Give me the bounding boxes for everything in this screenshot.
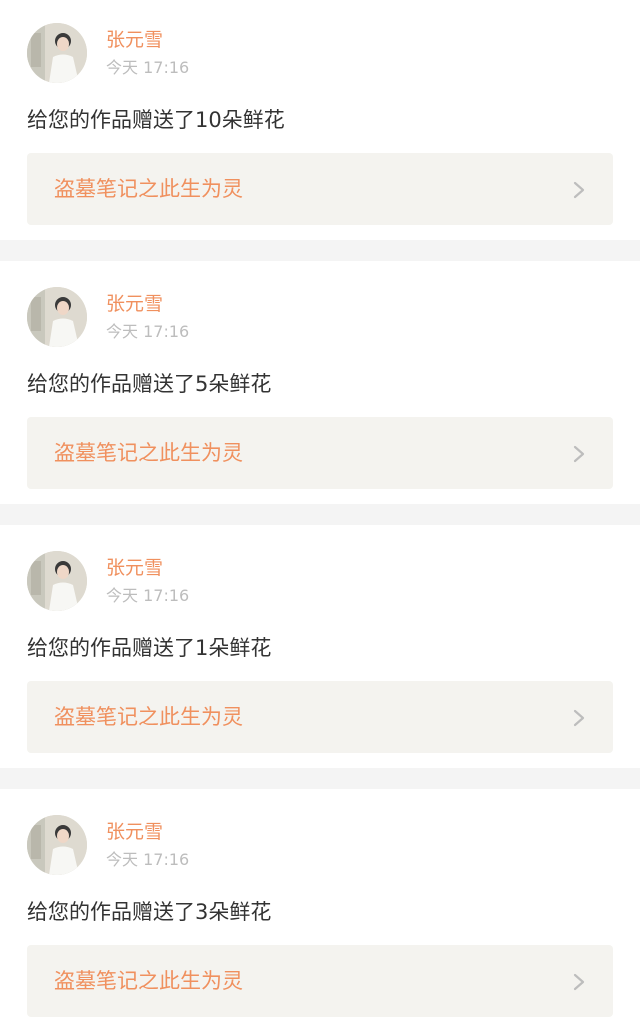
notification-card: 张元雪 今天 17:16 给您的作品赠送了10朵鲜花 盗墓笔记之此生为灵 — [0, 0, 640, 240]
user-name[interactable]: 张元雪 — [106, 820, 163, 844]
notification-message: 给您的作品赠送了5朵鲜花 — [27, 372, 272, 396]
user-name[interactable]: 张元雪 — [106, 28, 163, 52]
notification-card: 张元雪 今天 17:16 给您的作品赠送了5朵鲜花 盗墓笔记之此生为灵 — [0, 261, 640, 504]
notification-card: 张元雪 今天 17:16 给您的作品赠送了1朵鲜花 盗墓笔记之此生为灵 — [0, 525, 640, 768]
notification-message: 给您的作品赠送了10朵鲜花 — [27, 108, 285, 132]
user-name[interactable]: 张元雪 — [106, 556, 163, 580]
notification-message: 给您的作品赠送了3朵鲜花 — [27, 900, 272, 924]
chevron-right-icon — [572, 181, 586, 199]
timestamp: 今天 17:16 — [106, 322, 190, 341]
work-link[interactable]: 盗墓笔记之此生为灵 — [27, 153, 613, 225]
user-avatar-icon[interactable] — [27, 815, 87, 875]
work-title: 盗墓笔记之此生为灵 — [54, 705, 243, 729]
work-link[interactable]: 盗墓笔记之此生为灵 — [27, 417, 613, 489]
notification-feed: 张元雪 今天 17:16 给您的作品赠送了10朵鲜花 盗墓笔记之此生为灵 张元雪 — [0, 0, 640, 1027]
user-name[interactable]: 张元雪 — [106, 292, 163, 316]
user-avatar-icon[interactable] — [27, 551, 87, 611]
timestamp: 今天 17:16 — [106, 586, 190, 605]
work-link[interactable]: 盗墓笔记之此生为灵 — [27, 945, 613, 1017]
notification-card: 张元雪 今天 17:16 给您的作品赠送了3朵鲜花 盗墓笔记之此生为灵 — [0, 789, 640, 1027]
work-link[interactable]: 盗墓笔记之此生为灵 — [27, 681, 613, 753]
user-avatar-icon[interactable] — [27, 287, 87, 347]
work-title: 盗墓笔记之此生为灵 — [54, 177, 243, 201]
notification-message: 给您的作品赠送了1朵鲜花 — [27, 636, 272, 660]
chevron-right-icon — [572, 445, 586, 463]
chevron-right-icon — [572, 973, 586, 991]
timestamp: 今天 17:16 — [106, 850, 190, 869]
work-title: 盗墓笔记之此生为灵 — [54, 441, 243, 465]
work-title: 盗墓笔记之此生为灵 — [54, 969, 243, 993]
user-avatar-icon[interactable] — [27, 23, 87, 83]
chevron-right-icon — [572, 709, 586, 727]
timestamp: 今天 17:16 — [106, 58, 190, 77]
